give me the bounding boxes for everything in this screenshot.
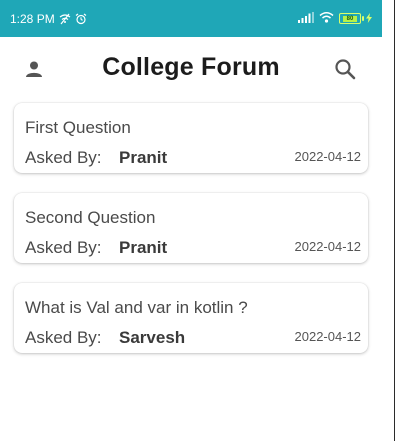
window-border: [394, 0, 400, 441]
wifi-icon: [319, 11, 334, 26]
question-title: What is Val and var in kotlin ?: [25, 298, 248, 317]
question-date: 2022-04-12: [294, 329, 362, 344]
asked-by-label: Asked By:: [25, 238, 102, 257]
app-screen: 1:28 PM 80 College Forum First Question …: [0, 0, 382, 441]
asked-by-label: Asked By:: [25, 328, 102, 347]
question-author: Pranit: [119, 238, 168, 257]
status-right: 80: [298, 11, 372, 26]
search-button[interactable]: [331, 57, 359, 85]
asked-by-label: Asked By:: [25, 148, 102, 167]
question-card[interactable]: Second Question Asked By: Pranit 2022-04…: [14, 193, 368, 263]
status-time: 1:28 PM: [10, 11, 55, 26]
question-author: Sarvesh: [119, 328, 186, 347]
wifi-off-icon: [59, 13, 71, 25]
signal-icon: [298, 11, 314, 26]
question-title: Second Question: [25, 208, 156, 227]
question-title: First Question: [25, 118, 131, 137]
question-card[interactable]: First Question Asked By: Pranit 2022-04-…: [14, 103, 368, 173]
alarm-icon: [75, 13, 87, 25]
page-title: College Forum: [102, 53, 280, 81]
status-left: 1:28 PM: [10, 12, 87, 26]
question-date: 2022-04-12: [294, 149, 362, 164]
battery-level: 80: [343, 15, 357, 22]
charging-icon: [366, 12, 372, 26]
status-bar: 1:28 PM 80: [0, 0, 382, 37]
battery-icon: 80: [339, 13, 364, 24]
app-header: College Forum: [0, 37, 382, 104]
question-author: Pranit: [119, 148, 168, 167]
question-date: 2022-04-12: [294, 239, 362, 254]
question-card[interactable]: What is Val and var in kotlin ? Asked By…: [14, 283, 368, 353]
search-icon: [334, 58, 356, 85]
